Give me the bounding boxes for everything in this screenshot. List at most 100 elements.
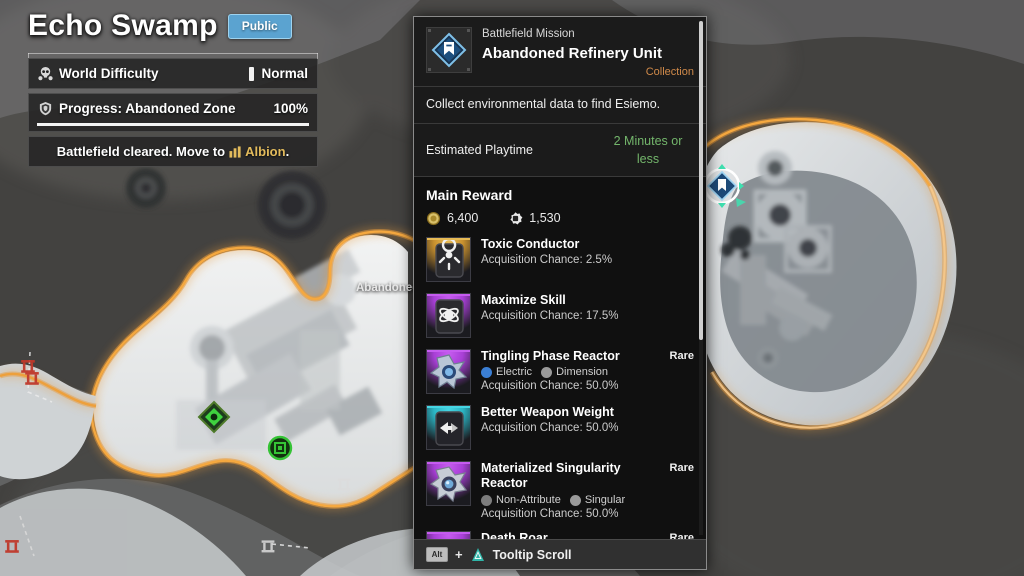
reward-item[interactable]: Tingling Phase Reactor Electric Dimensio…: [426, 344, 694, 400]
currency-row: 6,400 1,530: [426, 203, 694, 232]
module-token-icon: [510, 212, 523, 225]
reward-item[interactable]: Materialized Singularity Reactor Non-Att…: [426, 456, 694, 526]
acquisition-chance: Acquisition Chance: 17.5%: [481, 310, 619, 323]
progress-fill: [37, 123, 309, 126]
estimated-playtime-label: Estimated Playtime: [426, 142, 533, 157]
albion-link[interactable]: Albion: [245, 144, 285, 159]
mission-category: Collection: [645, 66, 694, 79]
world-difficulty-row[interactable]: World Difficulty Normal: [28, 58, 318, 89]
battlefield-cleared-row: Battlefield cleared. Move to Albion .: [28, 136, 318, 167]
reward-item-name: Materialized Singularity Reactor: [481, 460, 621, 491]
reward-item-icon[interactable]: [426, 531, 471, 539]
tooltip-header: Battlefield Mission Abandoned Refinery U…: [414, 17, 706, 87]
item-attribute-row: Electric Dimension: [481, 366, 656, 378]
rarity-bar: [427, 349, 470, 352]
map-region-label: Abandoned: [356, 282, 420, 294]
currency-module-token-icon: 1,530: [508, 211, 561, 226]
dimension-icon: [541, 366, 553, 378]
tooltip-footer: Alt + Tooltip Scroll: [414, 539, 706, 569]
main-reward-heading: Main Reward: [426, 186, 513, 203]
reward-item-list: Toxic Conductor Acquisition Chance: 2.5%…: [426, 232, 694, 539]
progress-track: [37, 123, 309, 126]
item-attribute-label: Electric: [496, 366, 533, 379]
alt-key-icon: Alt: [426, 547, 448, 562]
item-attribute-row: Non-Attribute Singular: [481, 494, 656, 506]
estimated-playtime-row: Estimated Playtime 2 Minutes or less: [414, 123, 706, 176]
reward-item-icon[interactable]: [426, 236, 471, 282]
singular-icon: [569, 494, 581, 506]
non-attribute-icon: [481, 494, 492, 506]
rarity-bar: [427, 532, 470, 535]
world-difficulty-value: Normal: [249, 66, 308, 81]
albion-icon: [229, 145, 241, 158]
skull-icon: [38, 66, 53, 81]
acquisition-chance: Acquisition Chance: 50.0%: [481, 380, 619, 393]
difficulty-pip-icon: [249, 66, 255, 81]
tooltip-footer-label: Tooltip Scroll: [492, 547, 572, 562]
status-badge: Rare: [669, 532, 694, 539]
reward-item[interactable]: Toxic Conductor Acquisition Chance: 2.5%: [426, 232, 694, 288]
mission-objective: Collect environmental data to find Esiem…: [414, 87, 706, 123]
item-art-card-weight: [435, 411, 464, 446]
progress-row[interactable]: Progress: Abandoned Zone 100%: [28, 93, 318, 132]
acquisition-chance: Acquisition Chance: 50.0%: [481, 422, 619, 435]
acquisition-chance: Acquisition Chance: 50.0%: [481, 508, 619, 521]
reward-item-name: Death Roar: [481, 531, 548, 539]
mission-title: Abandoned Refinery Unit: [482, 44, 663, 62]
tooltip-scroll-viewport[interactable]: Battlefield Mission Abandoned Refinery U…: [414, 17, 706, 539]
status-badge: Rare: [669, 461, 694, 474]
electric-icon: [481, 366, 492, 378]
status-badge: Rare: [669, 349, 694, 362]
reward-item[interactable]: Better Weapon Weight Acquisition Chance:…: [426, 400, 694, 456]
item-attribute: Singular: [569, 494, 626, 507]
acquisition-chance: Acquisition Chance: 2.5%: [481, 254, 613, 267]
rarity-bar: [427, 461, 470, 464]
progress-percent: 100%: [273, 101, 308, 116]
reward-item-icon[interactable]: [426, 292, 471, 338]
plus-icon: +: [455, 547, 463, 562]
estimated-playtime-value: 2 Minutes or less: [613, 133, 683, 166]
cleared-suffix: .: [285, 144, 290, 159]
tooltip-scrollbar-thumb[interactable]: [699, 21, 703, 340]
cleared-prefix: Battlefield cleared. Move to: [56, 144, 226, 159]
public-badge[interactable]: Public: [227, 13, 292, 39]
reward-item-name: Tingling Phase Reactor: [481, 348, 620, 363]
world-difficulty-text: Normal: [261, 66, 308, 81]
item-art-card-skill: [435, 299, 464, 334]
item-attribute: Non-Attribute: [481, 494, 561, 506]
mission-tooltip-panel[interactable]: Battlefield Mission Abandoned Refinery U…: [413, 16, 707, 570]
item-attribute: Dimension: [541, 366, 608, 378]
mission-icon-frame: [426, 27, 472, 73]
zone-hud-panel: Echo Swamp Public World Difficulty Norma…: [28, 4, 318, 171]
reward-item[interactable]: Maximize Skill Acquisition Chance: 17.5%: [426, 288, 694, 344]
currency-amount: 1,530: [529, 211, 561, 226]
mission-kicker: Battlefield Mission: [482, 28, 575, 40]
rarity-bar: [427, 405, 470, 408]
page-title: Echo Swamp: [28, 9, 218, 42]
main-reward-section: Main Reward 6,400 1,530 Toxic Conductor …: [414, 176, 706, 539]
item-art-reactor-blue: [429, 354, 468, 389]
item-art-card-toxic: [435, 237, 464, 278]
item-attribute-label: Dimension: [556, 366, 609, 379]
currency-gold-coin-icon: 6,400: [426, 211, 478, 226]
hud-bracket-divider: World Difficulty Normal Progress: Abando…: [28, 53, 318, 167]
reward-item-icon[interactable]: [426, 404, 471, 450]
item-attribute-label: Singular: [584, 494, 626, 507]
rarity-bar: [427, 293, 470, 296]
progress-label: Progress: Abandoned Zone: [59, 101, 236, 116]
tooltip-scrollbar[interactable]: [699, 21, 703, 535]
tooltip-content: Battlefield Mission Abandoned Refinery U…: [414, 17, 706, 539]
reward-item-icon[interactable]: [426, 460, 471, 506]
shield-icon: [39, 101, 52, 116]
reward-item[interactable]: Death Roar Rare: [426, 526, 694, 539]
resource-marker-green: [267, 435, 293, 461]
item-attribute-label: Non-Attribute: [496, 494, 561, 507]
world-difficulty-label: World Difficulty: [59, 66, 159, 81]
reward-item-icon[interactable]: [426, 348, 471, 394]
mission-diamond-bookmark-icon: [431, 32, 467, 68]
rarity-bar: [427, 237, 470, 240]
reward-item-name: Better Weapon Weight: [481, 404, 614, 419]
item-attribute: Electric: [481, 366, 532, 378]
item-art-reactor-purple: [429, 466, 468, 502]
reward-item-name: Maximize Skill: [481, 292, 566, 307]
